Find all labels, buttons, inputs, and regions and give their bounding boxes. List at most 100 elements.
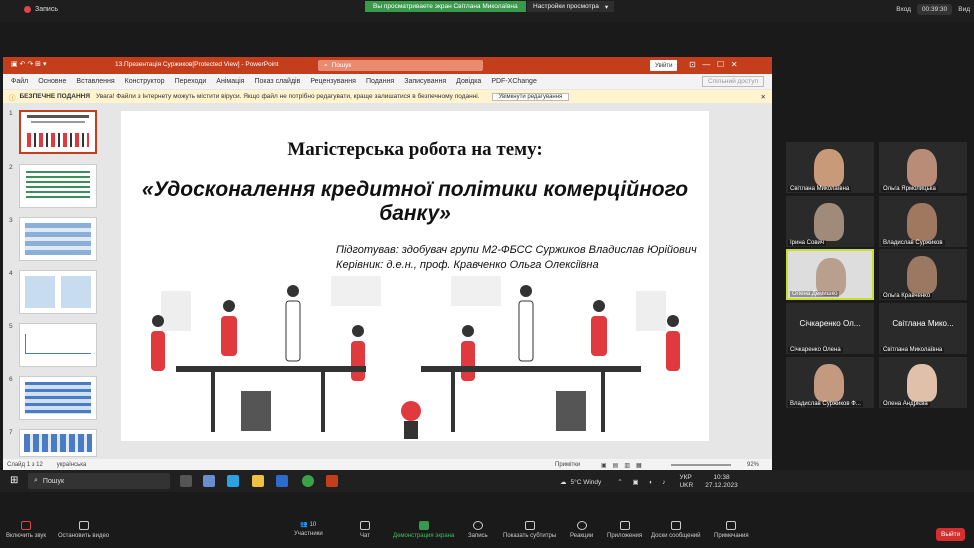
participant-name: Владислав Суржиков Ф... <box>788 401 863 407</box>
slide-thumbnail-2[interactable] <box>19 164 97 208</box>
weather-icon: ☁ <box>560 479 567 486</box>
calculator-icon[interactable] <box>203 475 215 487</box>
record-button[interactable]: Запись <box>468 521 488 539</box>
participant-tile[interactable]: Ольга Кравченко <box>879 249 967 300</box>
lang-bottom: UKR <box>679 482 694 489</box>
protected-view-bar: ⓘ БЕЗПЕЧНЕ ПОДАННЯ Увага! Файли з Інтерн… <box>3 90 772 103</box>
view-options-button[interactable]: Настройки просмотра ▾ <box>527 1 615 12</box>
language-switch[interactable]: УКР UKR <box>679 474 693 490</box>
chat-button[interactable]: Чат <box>360 521 370 539</box>
clock[interactable]: 10:38 27.12.2023 <box>705 474 738 490</box>
subtitles-label: Показать субтитры <box>503 533 557 539</box>
participant-name: Світлана Миколаївна <box>788 186 852 192</box>
tab-design[interactable]: Конструктор <box>125 78 165 85</box>
slide-topic: «Удосконалення кредитної політики комерц… <box>141 178 689 225</box>
chevron-down-icon: ▾ <box>604 3 609 11</box>
search-icon: ⌕ <box>34 477 38 484</box>
ppt-title-bar: ▣ ↶ ↷ ⊞ ▾ 13.Презентація Суржиков[Protec… <box>3 57 772 74</box>
slide-counter: Слайд 1 з 12 <box>7 462 43 468</box>
cc-icon <box>524 521 535 530</box>
view-button[interactable]: Вид <box>958 6 970 13</box>
weather-text[interactable]: 5°C Windy <box>571 479 602 486</box>
participant-tile[interactable]: Олена Андрієва <box>879 357 967 408</box>
share-access-button[interactable]: Спільний доступ <box>702 76 764 87</box>
participants-button[interactable]: 👥 10 Участники <box>294 521 323 537</box>
participant-name: Ольга Ярмолицька <box>881 186 938 192</box>
powerpoint-icon[interactable] <box>326 475 338 487</box>
tab-animations[interactable]: Анімація <box>216 78 244 85</box>
participant-tile[interactable]: Світлана Мико... Світлана Миколаївна <box>879 303 967 354</box>
tab-file[interactable]: Файл <box>11 78 28 85</box>
tab-pdf-xchange[interactable]: PDF-XChange <box>491 78 537 85</box>
participant-name: Світлана Миколаївна <box>881 347 945 353</box>
windows-taskbar: ⊞ ⌕ Пошук ☁ 5°C Windy ⌃ ▣ ◖ ♪ УКР UKR 10:3… <box>0 470 974 492</box>
tab-home[interactable]: Основне <box>38 78 66 85</box>
file-explorer-icon[interactable] <box>252 475 264 487</box>
record-label: Запись <box>468 533 488 539</box>
whiteboards-label: Доски сообщений <box>651 533 701 539</box>
people-icon: 👥 <box>300 522 308 528</box>
participant-tile-active[interactable]: Олена Демишко <box>786 249 874 300</box>
participant-tile[interactable]: Ірина Сович <box>786 196 874 247</box>
tab-insert[interactable]: Вставлення <box>76 78 114 85</box>
share-notice: Вы просматриваете экран Світлана Миколаї… <box>365 1 526 12</box>
video-button[interactable]: Остановить видео <box>58 521 109 539</box>
notes-button-zoom[interactable]: Примечания <box>714 521 749 539</box>
clock-time: 10:38 <box>713 474 730 481</box>
slide-thumbnail-4[interactable] <box>19 270 97 314</box>
tab-slideshow[interactable]: Показ слайдів <box>254 78 300 85</box>
slide-canvas[interactable]: Магістерська робота на тему: «Удосконале… <box>121 111 709 441</box>
enter-button[interactable]: Вход <box>896 6 911 13</box>
zoom-app-icon[interactable] <box>276 475 288 487</box>
mute-button[interactable]: Включить звук <box>6 521 46 539</box>
notes-button[interactable]: Примітки <box>555 462 580 468</box>
zoom-slider[interactable] <box>671 464 731 466</box>
slide-thumbnail-3[interactable] <box>19 217 97 261</box>
slide-author: Підготував: здобувач групи М2-ФБСС Суржи… <box>336 244 697 256</box>
signin-button[interactable]: Увійти <box>650 60 678 71</box>
participant-tile[interactable]: Владислав Суржиков Ф... <box>786 357 874 408</box>
window-controls[interactable]: ⊡ — ☐ ✕ <box>689 60 738 69</box>
view-buttons[interactable]: ▣▤▥▦ <box>601 462 648 469</box>
reactions-button[interactable]: Реакции <box>570 521 593 539</box>
view-options-label: Настройки просмотра <box>533 3 599 10</box>
participant-tile[interactable]: Січкаренко Ол... Січкаренко Олена <box>786 303 874 354</box>
participant-tile[interactable]: Ольга Ярмолицька <box>879 142 967 193</box>
leave-button[interactable]: Выйти <box>936 528 966 541</box>
tab-record[interactable]: Записування <box>404 78 446 85</box>
participants-label: Участники <box>294 531 323 537</box>
record-icon <box>472 521 483 530</box>
task-view-icon[interactable] <box>180 475 192 487</box>
taskbar-search[interactable]: ⌕ Пошук <box>28 473 170 489</box>
tab-view[interactable]: Подання <box>366 78 394 85</box>
tab-help[interactable]: Довідка <box>456 78 481 85</box>
share-screen-button[interactable]: Демонстрация экрана <box>393 521 454 539</box>
tab-review[interactable]: Рецензування <box>310 78 356 85</box>
smile-icon <box>576 521 587 530</box>
chrome-icon[interactable] <box>302 475 314 487</box>
participant-tile[interactable]: Владислав Суржиков <box>879 196 967 247</box>
subtitles-button[interactable]: Показать субтитры <box>503 521 556 539</box>
recording-indicator[interactable]: Запись <box>24 6 58 13</box>
enable-editing-button[interactable]: Увімкнути редагування <box>491 92 570 101</box>
tray-icons[interactable]: ⌃ ▣ ◖ ♪ <box>617 478 669 486</box>
slide-thumbnail-5[interactable] <box>19 323 97 367</box>
telegram-icon[interactable] <box>227 475 239 487</box>
ppt-search-box[interactable]: ⌕ Пошук <box>318 60 483 71</box>
participant-tile[interactable]: Світлана Миколаївна <box>786 142 874 193</box>
slide-thumbnail-7[interactable] <box>19 429 97 457</box>
whiteboards-button[interactable]: Доски сообщений <box>651 521 701 539</box>
slide-thumbnail-1[interactable] <box>19 110 97 154</box>
window-title: 13.Презентація Суржиков[Protected View] … <box>115 61 279 68</box>
thumb-number: 4 <box>9 270 13 277</box>
slide-advisor: Керівник: д.е.н., проф. Кравченко Ольга … <box>336 259 599 271</box>
apps-button[interactable]: Приложения <box>607 521 642 539</box>
quick-access-icons[interactable]: ▣ ↶ ↷ ⊞ ▾ <box>11 60 47 68</box>
thumb-number: 3 <box>9 217 13 224</box>
close-icon[interactable]: ✕ <box>761 93 766 101</box>
chat-icon <box>360 521 370 530</box>
language-indicator[interactable]: українська <box>57 462 87 468</box>
slide-thumbnail-6[interactable] <box>19 376 97 420</box>
tab-transitions[interactable]: Переходи <box>175 78 207 85</box>
windows-start-icon[interactable]: ⊞ <box>10 475 18 486</box>
